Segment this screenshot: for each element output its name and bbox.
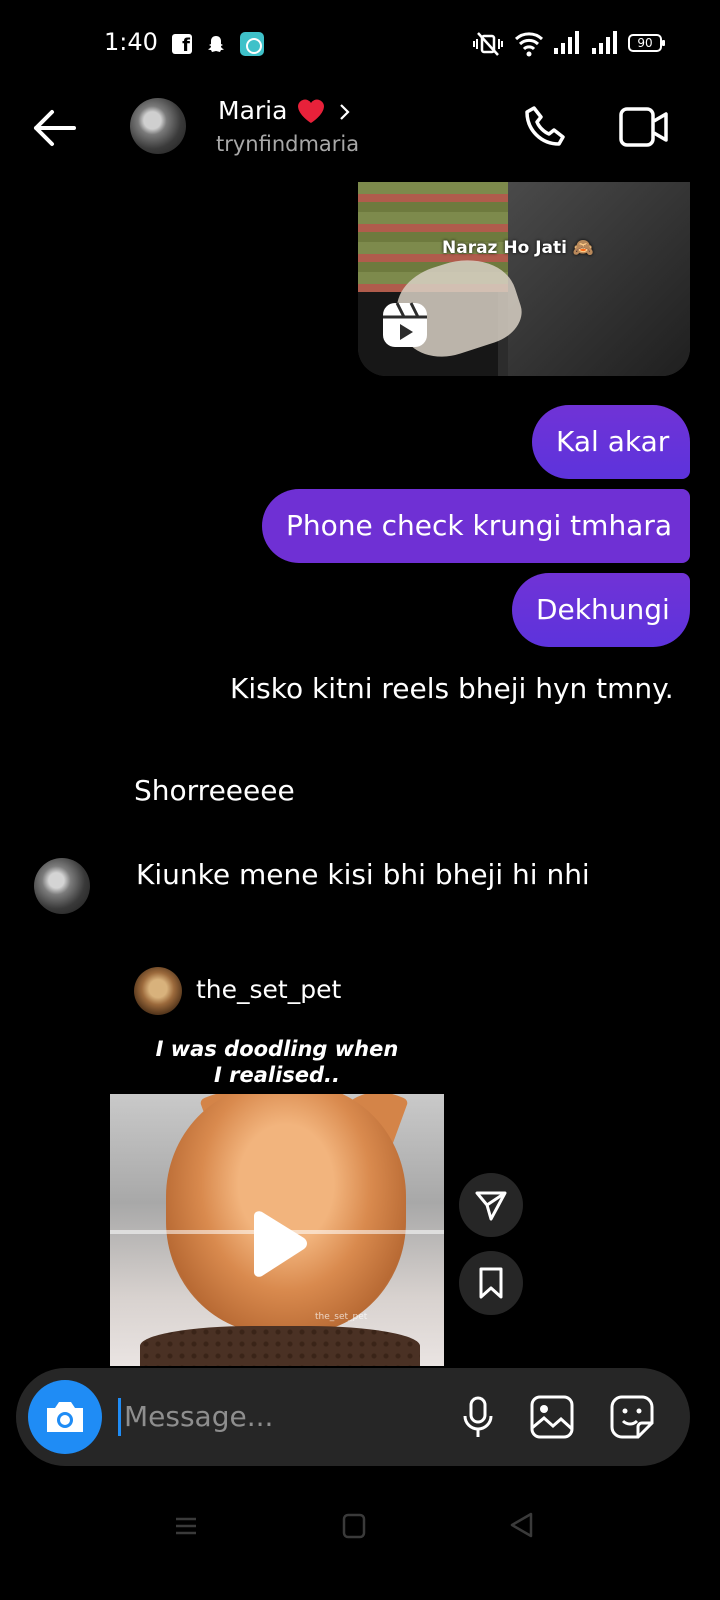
save-button[interactable]	[459, 1251, 523, 1315]
contact-name[interactable]: Maria	[218, 96, 287, 125]
post-caption: I was doodling when I realised..	[110, 1036, 444, 1088]
video-watermark: the_set_pet	[315, 1312, 368, 1322]
camera-button[interactable]	[28, 1380, 102, 1454]
sent-message-text[interactable]: Kisko kitni reels bheji hyn tmny.	[230, 672, 674, 705]
status-bar: 1:40 f 90	[0, 0, 720, 88]
signal-icon	[554, 31, 579, 54]
share-button[interactable]	[459, 1173, 523, 1237]
shared-video-preview[interactable]: the_set_pet	[110, 1094, 444, 1366]
reels-icon	[383, 302, 427, 347]
gallery-icon[interactable]	[528, 1394, 576, 1440]
home-icon[interactable]	[342, 1513, 366, 1539]
wifi-icon	[514, 32, 544, 57]
avatar[interactable]	[130, 98, 186, 154]
post-caption-line: I realised..	[213, 1063, 341, 1087]
post-author-avatar[interactable]	[134, 967, 182, 1015]
post-caption-line: I was doodling when	[155, 1037, 399, 1061]
system-navigation-bar	[0, 1480, 720, 1600]
send-icon	[475, 1191, 507, 1221]
mute-vibrate-icon	[473, 32, 503, 56]
signal-icon	[592, 31, 617, 54]
video-call-icon[interactable]	[618, 104, 670, 150]
received-message-text[interactable]: Shorreeeee	[134, 774, 295, 807]
message-input[interactable]: Message...	[118, 1394, 448, 1440]
facebook-icon: f	[172, 34, 192, 56]
camera-icon	[47, 1402, 83, 1432]
sticker-icon[interactable]	[608, 1394, 656, 1440]
sender-avatar[interactable]	[34, 858, 90, 914]
reel-caption: Naraz Ho Jati 🙈	[442, 238, 595, 258]
received-message-text[interactable]: Kiunke mene kisi bhi bheji hi nhi	[136, 858, 590, 891]
sent-message-bubble[interactable]: Kal akar	[532, 405, 690, 479]
contact-handle[interactable]: trynfindmaria	[216, 132, 359, 156]
status-time: 1:40	[104, 28, 158, 56]
play-icon[interactable]	[246, 1210, 308, 1280]
sent-message-bubble[interactable]: Dekhungi	[512, 573, 690, 647]
chat-header: Maria trynfindmaria	[0, 88, 720, 182]
sent-message-bubble[interactable]: Phone check krungi tmhara	[262, 489, 690, 563]
chevron-right-icon[interactable]	[338, 102, 352, 122]
app-icon	[240, 32, 264, 56]
post-author-username[interactable]: the_set_pet	[196, 975, 341, 1004]
back-arrow-icon[interactable]	[28, 106, 80, 150]
snapchat-icon	[208, 36, 224, 52]
recent-apps-icon[interactable]	[174, 1514, 198, 1538]
phone-call-icon[interactable]	[520, 102, 570, 152]
microphone-icon[interactable]	[456, 1394, 500, 1440]
shared-reel-thumbnail[interactable]: Naraz Ho Jati 🙈	[358, 182, 690, 376]
battery-icon: 90	[628, 34, 665, 52]
back-icon[interactable]	[508, 1511, 534, 1539]
bookmark-icon	[479, 1267, 503, 1299]
red-heart-icon	[298, 99, 324, 123]
message-composer: Message...	[16, 1368, 690, 1466]
